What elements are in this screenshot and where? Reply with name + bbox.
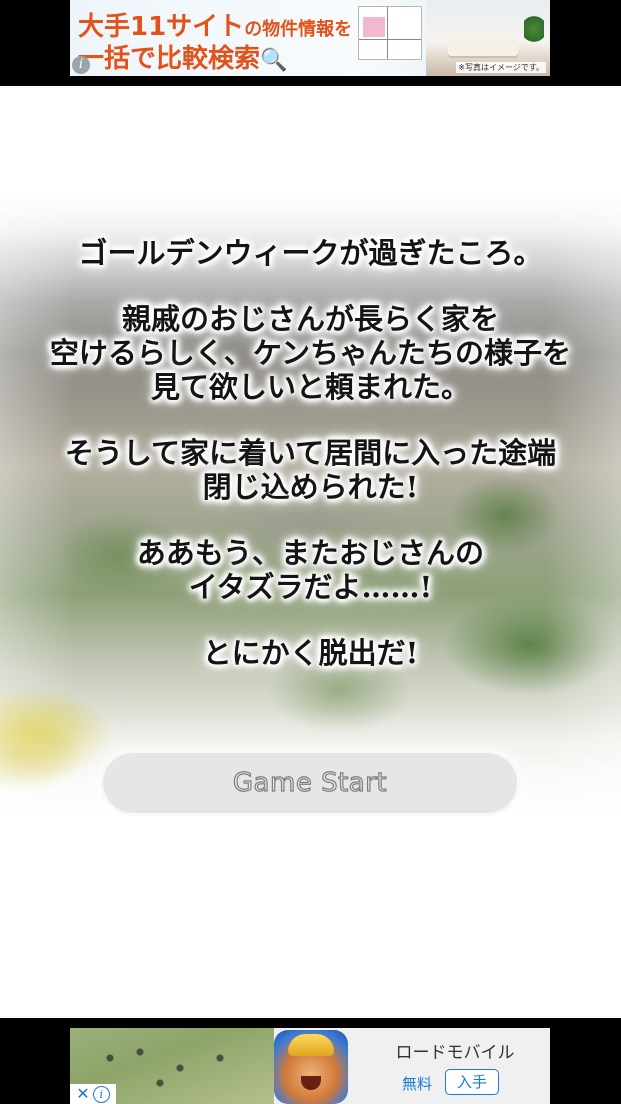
top-banner-ad[interactable]: 大手11サイトの物件情報を 一括で比較検索🔍 ※写真はイメージです。 i [70, 0, 550, 76]
game-start-button[interactable]: Game Start [103, 753, 517, 813]
ad-controls: ✕ i [70, 1084, 116, 1104]
ad-subline-text: 一括で比較検索 [78, 44, 261, 74]
close-icon[interactable]: ✕ [76, 1085, 89, 1103]
story-paragraph: とにかく脱出だ! [0, 636, 621, 670]
story-line: とにかく脱出だ! [202, 636, 419, 670]
bottom-ad-bar: ロードモバイル 無料 入手 ✕ i [0, 1018, 621, 1104]
story-line: 親戚のおじさんが長らく家を [121, 302, 499, 336]
story-line: そうして家に着いて居間に入った途端 [64, 436, 557, 470]
story-text: ゴールデンウィークが過ぎたころ。 親戚のおじさんが長らく家を 空けるらしく、ケンちゃ… [0, 236, 621, 670]
ad-info-icon[interactable]: i [72, 56, 90, 74]
story-paragraph: ああもう、またおじさんの イタズラだよ……! [0, 536, 621, 604]
story-line: 閉じ込められた! [202, 470, 419, 504]
app-icon [274, 1030, 348, 1104]
app-price: 無料 [402, 1075, 433, 1093]
floorplan-image [358, 6, 422, 60]
story-line: ああもう、またおじさんの [136, 536, 485, 570]
story-line: 空けるらしく、ケンちゃんたちの様子を [49, 336, 572, 370]
story-line: 見て欲しいと頼まれた。 [150, 370, 470, 404]
bottom-banner-ad[interactable]: ロードモバイル 無料 入手 ✕ i [70, 1028, 550, 1104]
story-paragraph: ゴールデンウィークが過ぎたころ。 [0, 236, 621, 270]
story-line: ゴールデンウィークが過ぎたころ。 [78, 236, 543, 270]
ad-disclaimer: ※写真はイメージです。 [456, 62, 546, 73]
story-paragraph: そうして家に着いて居間に入った途端 閉じ込められた! [0, 436, 621, 504]
top-ad-bar: 大手11サイトの物件情報を 一括で比較検索🔍 ※写真はイメージです。 i [0, 0, 621, 86]
story-paragraph: 親戚のおじさんが長らく家を 空けるらしく、ケンちゃんたちの様子を 見て欲しいと頼まれ… [0, 302, 621, 404]
ad-headline-suffix: の物件情報を [244, 19, 353, 40]
install-button[interactable]: 入手 [445, 1069, 499, 1095]
search-icon: 🔍 [260, 48, 288, 73]
ad-subline: 一括で比較検索🔍 [78, 38, 287, 75]
info-icon[interactable]: i [92, 1085, 110, 1103]
app-name: ロードモバイル [395, 1043, 515, 1063]
story-line: イタズラだよ……! [188, 570, 433, 604]
